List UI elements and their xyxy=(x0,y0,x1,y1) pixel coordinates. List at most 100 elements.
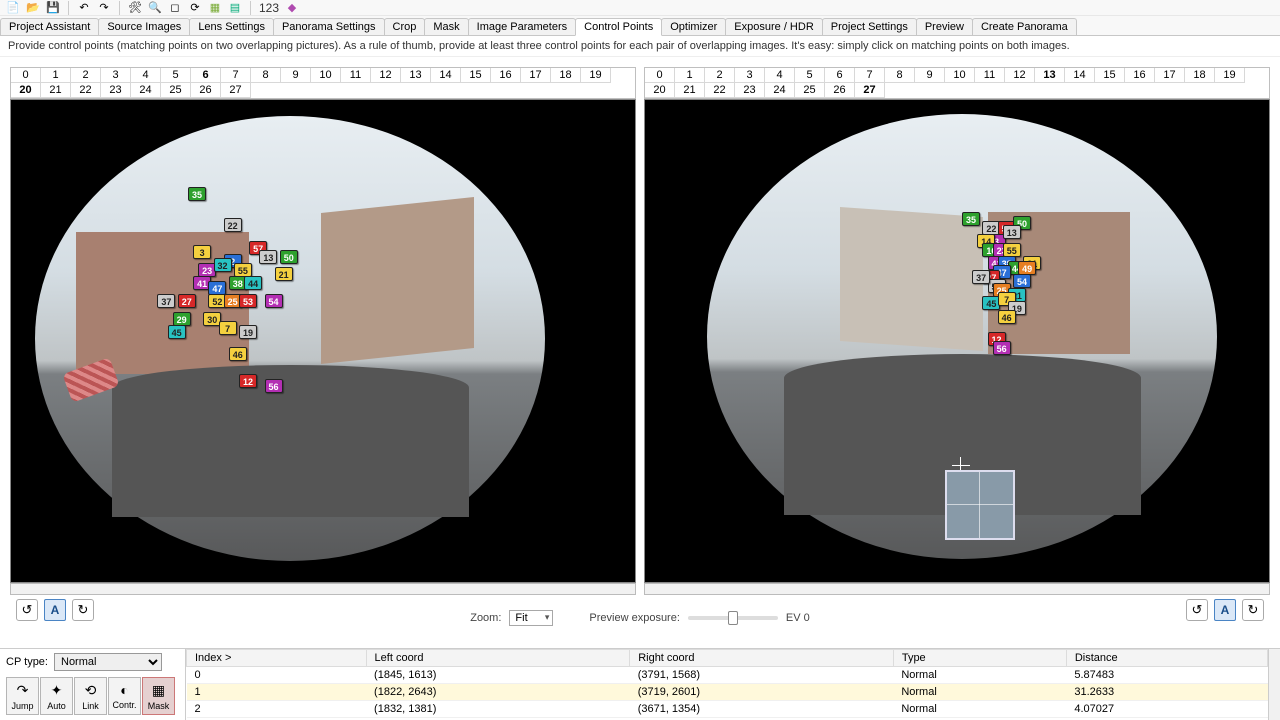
cp-marker-19[interactable]: 19 xyxy=(239,325,257,339)
tool-link[interactable]: ⟲Link xyxy=(74,677,107,715)
right-image-selector[interactable]: 0123456789101112131415161718192021222324… xyxy=(644,67,1270,99)
new-icon[interactable]: 📄 xyxy=(6,1,20,15)
image-index-2[interactable]: 2 xyxy=(705,68,735,83)
tab-mask[interactable]: Mask xyxy=(424,18,468,35)
refresh-icon[interactable]: ⟳ xyxy=(188,1,202,15)
image-index-6[interactable]: 6 xyxy=(825,68,855,83)
cp-marker-55[interactable]: 55 xyxy=(234,263,252,277)
cp-marker-45[interactable]: 45 xyxy=(168,325,186,339)
cp-marker-7[interactable]: 7 xyxy=(219,321,237,335)
image-index-4[interactable]: 4 xyxy=(131,68,161,83)
undo-icon[interactable]: ↶ xyxy=(77,1,91,15)
image-index-27[interactable]: 27 xyxy=(221,83,251,98)
tool-contr[interactable]: ◐Contr. xyxy=(108,677,141,715)
tool-auto[interactable]: ✦Auto xyxy=(40,677,73,715)
cp-marker-53[interactable]: 53 xyxy=(239,294,257,308)
image-index-10[interactable]: 10 xyxy=(945,68,975,83)
image-index-10[interactable]: 10 xyxy=(311,68,341,83)
image-index-3[interactable]: 3 xyxy=(101,68,131,83)
right-image-view[interactable]: 3522575031314162355413831444749542752253… xyxy=(644,99,1270,583)
image-index-16[interactable]: 16 xyxy=(1125,68,1155,83)
zoom-combo[interactable]: Fit xyxy=(509,610,553,626)
tab-control-points[interactable]: Control Points xyxy=(575,18,662,36)
col-right-coord[interactable]: Right coord xyxy=(630,650,894,667)
redo-icon[interactable]: ↷ xyxy=(97,1,111,15)
image-index-11[interactable]: 11 xyxy=(975,68,1005,83)
tool-jump[interactable]: ↷Jump xyxy=(6,677,39,715)
table-row[interactable]: 2(1832, 1381)(3671, 1354)Normal4.07027 xyxy=(187,701,1268,718)
cp-marker-13[interactable]: 13 xyxy=(1003,225,1021,239)
image-index-23[interactable]: 23 xyxy=(101,83,131,98)
image-index-21[interactable]: 21 xyxy=(41,83,71,98)
image-index-6[interactable]: 6 xyxy=(191,68,221,83)
image-index-24[interactable]: 24 xyxy=(131,83,161,98)
cp-marker-22[interactable]: 22 xyxy=(224,218,242,232)
image-index-14[interactable]: 14 xyxy=(431,68,461,83)
image-index-9[interactable]: 9 xyxy=(915,68,945,83)
image-index-18[interactable]: 18 xyxy=(551,68,581,83)
image-index-8[interactable]: 8 xyxy=(885,68,915,83)
cp-marker-37[interactable]: 37 xyxy=(157,294,175,308)
left-image-selector[interactable]: 0123456789101112131415161718192021222324… xyxy=(10,67,636,99)
left-image-view[interactable]: 3522575032132332554147384421522553543727… xyxy=(10,99,636,583)
image-index-15[interactable]: 15 xyxy=(1095,68,1125,83)
cp-marker-37[interactable]: 37 xyxy=(972,270,990,284)
table-row[interactable]: 1(1822, 2643)(3719, 2601)Normal31.2633 xyxy=(187,684,1268,701)
image-index-0[interactable]: 0 xyxy=(645,68,675,83)
cp-type-select[interactable]: Normal xyxy=(54,653,162,671)
image-index-17[interactable]: 17 xyxy=(521,68,551,83)
zoom-in-icon[interactable]: 🔍 xyxy=(148,1,162,15)
image-index-26[interactable]: 26 xyxy=(191,83,221,98)
table-icon[interactable]: ▤ xyxy=(228,1,242,15)
cp-marker-44[interactable]: 44 xyxy=(244,276,262,290)
tab-exposure-hdr[interactable]: Exposure / HDR xyxy=(725,18,822,35)
tab-image-parameters[interactable]: Image Parameters xyxy=(468,18,576,35)
image-index-25[interactable]: 25 xyxy=(161,83,191,98)
tab-crop[interactable]: Crop xyxy=(384,18,426,35)
image-index-1[interactable]: 1 xyxy=(41,68,71,83)
tab-create-panorama[interactable]: Create Panorama xyxy=(972,18,1077,35)
cp-marker-35[interactable]: 35 xyxy=(188,187,206,201)
tab-lens-settings[interactable]: Lens Settings xyxy=(189,18,274,35)
image-index-21[interactable]: 21 xyxy=(675,83,705,98)
image-index-15[interactable]: 15 xyxy=(461,68,491,83)
cp-marker-54[interactable]: 54 xyxy=(1013,274,1031,288)
image-index-22[interactable]: 22 xyxy=(705,83,735,98)
image-index-1[interactable]: 1 xyxy=(675,68,705,83)
image-index-8[interactable]: 8 xyxy=(251,68,281,83)
image-index-19[interactable]: 19 xyxy=(581,68,611,83)
table-vscroll[interactable] xyxy=(1268,649,1280,720)
cp-marker-13[interactable]: 13 xyxy=(259,250,277,264)
cp-marker-29[interactable]: 29 xyxy=(173,312,191,326)
cp-marker-12[interactable]: 12 xyxy=(239,374,257,388)
image-index-22[interactable]: 22 xyxy=(71,83,101,98)
col-index-[interactable]: Index > xyxy=(187,650,367,667)
image-index-17[interactable]: 17 xyxy=(1155,68,1185,83)
col-type[interactable]: Type xyxy=(893,650,1066,667)
cp-marker-46[interactable]: 46 xyxy=(229,347,247,361)
cp-marker-35[interactable]: 35 xyxy=(962,212,980,226)
cp-marker-3[interactable]: 3 xyxy=(193,245,211,259)
image-index-12[interactable]: 12 xyxy=(1005,68,1035,83)
exposure-slider[interactable] xyxy=(688,616,778,620)
image-index-13[interactable]: 13 xyxy=(401,68,431,83)
image-index-20[interactable]: 20 xyxy=(11,83,41,98)
image-index-12[interactable]: 12 xyxy=(371,68,401,83)
cp-marker-21[interactable]: 21 xyxy=(275,267,293,281)
right-hscroll[interactable] xyxy=(644,583,1270,595)
tab-preview[interactable]: Preview xyxy=(916,18,973,35)
image-index-13[interactable]: 13 xyxy=(1035,68,1065,83)
tool-mask[interactable]: ▦Mask xyxy=(142,677,175,715)
image-index-27[interactable]: 27 xyxy=(855,83,885,98)
image-index-3[interactable]: 3 xyxy=(735,68,765,83)
image-index-25[interactable]: 25 xyxy=(795,83,825,98)
image-index-4[interactable]: 4 xyxy=(765,68,795,83)
left-hscroll[interactable] xyxy=(10,583,636,595)
open-icon[interactable]: 📂 xyxy=(26,1,40,15)
cp-marker-50[interactable]: 50 xyxy=(280,250,298,264)
image-index-18[interactable]: 18 xyxy=(1185,68,1215,83)
image-index-24[interactable]: 24 xyxy=(765,83,795,98)
tool-icon[interactable]: 🛠 xyxy=(128,1,142,15)
image-index-11[interactable]: 11 xyxy=(341,68,371,83)
save-icon[interactable]: 💾 xyxy=(46,1,60,15)
